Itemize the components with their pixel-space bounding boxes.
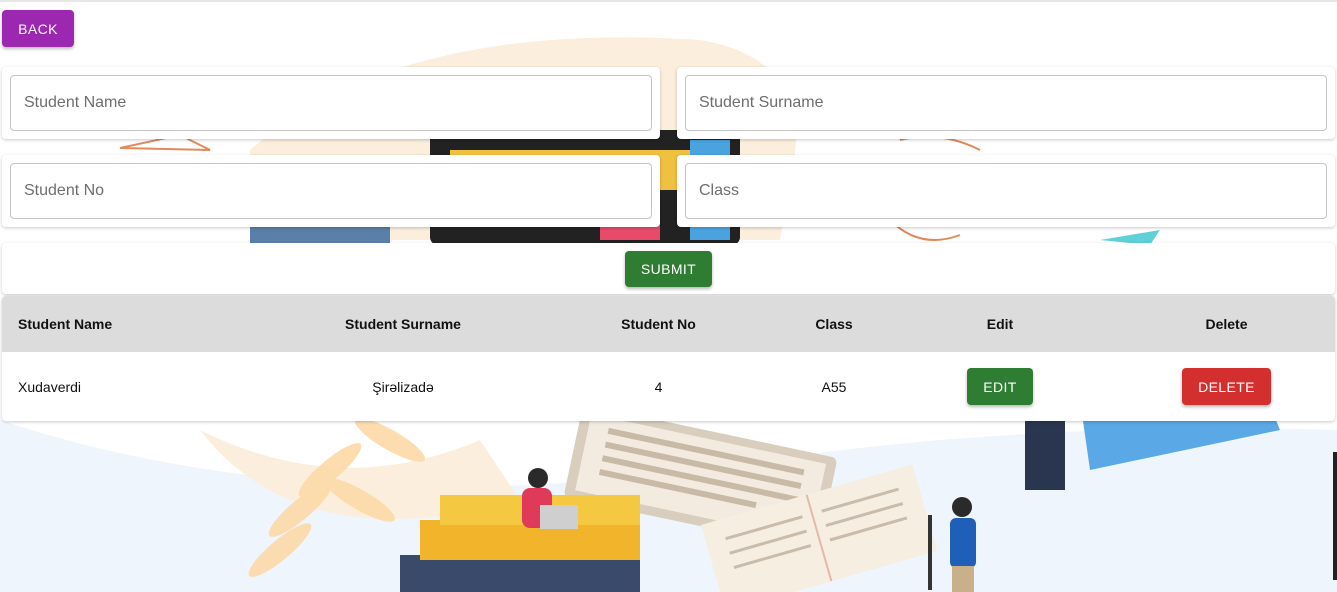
cell-class: A55 [821, 378, 847, 395]
student-name-card [2, 67, 660, 139]
scrollbar-thumb[interactable] [1333, 452, 1337, 580]
submit-button[interactable]: SUBMIT [625, 251, 712, 287]
cell-delete: DELETE [1118, 352, 1335, 421]
column-header-student-name: Student Name [18, 316, 113, 332]
class-card [677, 155, 1335, 227]
student-surname-input[interactable] [686, 76, 1326, 130]
cell-edit: EDIT [882, 352, 1118, 421]
student-surname-field [685, 75, 1327, 131]
cell-student-no: 4 [654, 378, 663, 395]
student-no-field [10, 163, 652, 219]
edit-button[interactable]: EDIT [967, 368, 1033, 405]
students-table: Student Name Student Surname Student No … [2, 296, 1335, 421]
column-header-student-surname: Student Surname [345, 316, 461, 332]
delete-button[interactable]: DELETE [1182, 368, 1271, 405]
column-header-class: Class [815, 316, 853, 332]
cell-student-name: Xudaverdi [18, 378, 82, 395]
student-name-field [10, 75, 652, 131]
back-button[interactable]: BACK [2, 10, 74, 47]
column-header-student-no: Student No [621, 316, 696, 332]
column-header-edit: Edit [986, 316, 1014, 332]
class-field [685, 163, 1327, 219]
cell-student-surname: Şirəlizadə [372, 378, 434, 395]
table-header-row: Student Name Student Surname Student No … [2, 296, 1335, 352]
class-input[interactable] [686, 164, 1326, 218]
students-table-card: Student Name Student Surname Student No … [2, 296, 1335, 421]
student-no-input[interactable] [11, 164, 651, 218]
student-surname-card [677, 67, 1335, 139]
student-name-input[interactable] [11, 76, 651, 130]
column-header-delete: Delete [1205, 316, 1248, 332]
table-row: Xudaverdi Şirəlizadə 4 A55 EDIT DELETE [2, 352, 1335, 421]
student-no-card [2, 155, 660, 227]
